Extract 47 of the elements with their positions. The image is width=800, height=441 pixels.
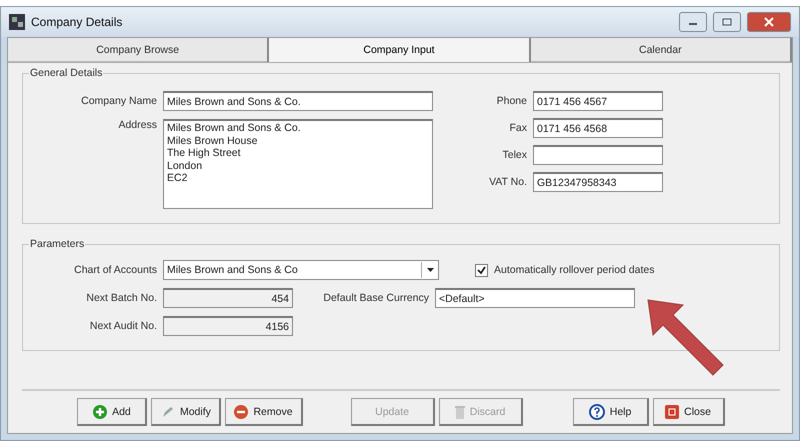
field-label: Fax [508, 122, 527, 134]
text-field[interactable]: 0171 456 4567 [533, 91, 663, 111]
minimize-button[interactable] [679, 12, 707, 32]
check-icon [477, 266, 486, 274]
group-title: General Details [29, 67, 104, 79]
minus-icon [234, 404, 248, 418]
next-audit-field: 4156 [163, 316, 293, 336]
company-name-field[interactable]: Miles Brown and Sons & Co. [163, 91, 433, 111]
tab[interactable]: Calendar [530, 38, 792, 62]
field-label: Address [117, 119, 157, 131]
tab[interactable]: Company Browse [8, 38, 270, 62]
help-button[interactable]: Help [572, 398, 649, 426]
close-button[interactable]: Close [652, 398, 725, 426]
field-label: VAT No. [488, 176, 527, 188]
field-label: Company Name [80, 95, 157, 107]
modify-button[interactable]: Modify [151, 398, 222, 426]
text-field[interactable]: 0171 456 4568 [533, 118, 663, 138]
checkbox[interactable] [475, 264, 488, 276]
next-batch-field: 454 [163, 288, 293, 308]
remove-button[interactable]: Remove [225, 398, 303, 426]
address-field[interactable]: Miles Brown and Sons & Co. Miles Brown House The High Street London EC2 [163, 119, 433, 209]
text-field[interactable]: GB12347958343 [533, 172, 663, 192]
help-icon [588, 404, 605, 420]
close-icon [764, 17, 774, 27]
group-title: Parameters [29, 238, 86, 250]
field-label: Chart of Accounts [73, 264, 157, 276]
currency-field[interactable]: <Default> [435, 288, 635, 308]
close-icon [665, 404, 680, 418]
field-label: Next Audit No. [88, 320, 157, 332]
chart-of-accounts-dropdown[interactable]: Miles Brown and Sons & Co [163, 260, 439, 280]
plus-icon [93, 404, 108, 418]
app-icon [9, 14, 25, 30]
dropdown-arrow-icon [426, 268, 434, 272]
checkbox-label: Automatically rollover period dates [494, 264, 656, 276]
field-label: Phone [496, 95, 527, 107]
tab[interactable]: Company Input [269, 38, 531, 62]
text-field[interactable] [533, 145, 663, 165]
close-button[interactable] [747, 12, 791, 32]
field-label: Next Batch No. [85, 292, 157, 304]
field-label: Default Base Currency [322, 292, 429, 304]
add-button[interactable]: Add [77, 398, 148, 426]
pencil-icon [160, 404, 175, 418]
maximize-button[interactable] [713, 12, 741, 32]
field-label: Telex [501, 149, 527, 161]
maximize-icon [722, 18, 732, 26]
window-title: Company Details [31, 15, 124, 29]
trash-icon [454, 404, 465, 418]
